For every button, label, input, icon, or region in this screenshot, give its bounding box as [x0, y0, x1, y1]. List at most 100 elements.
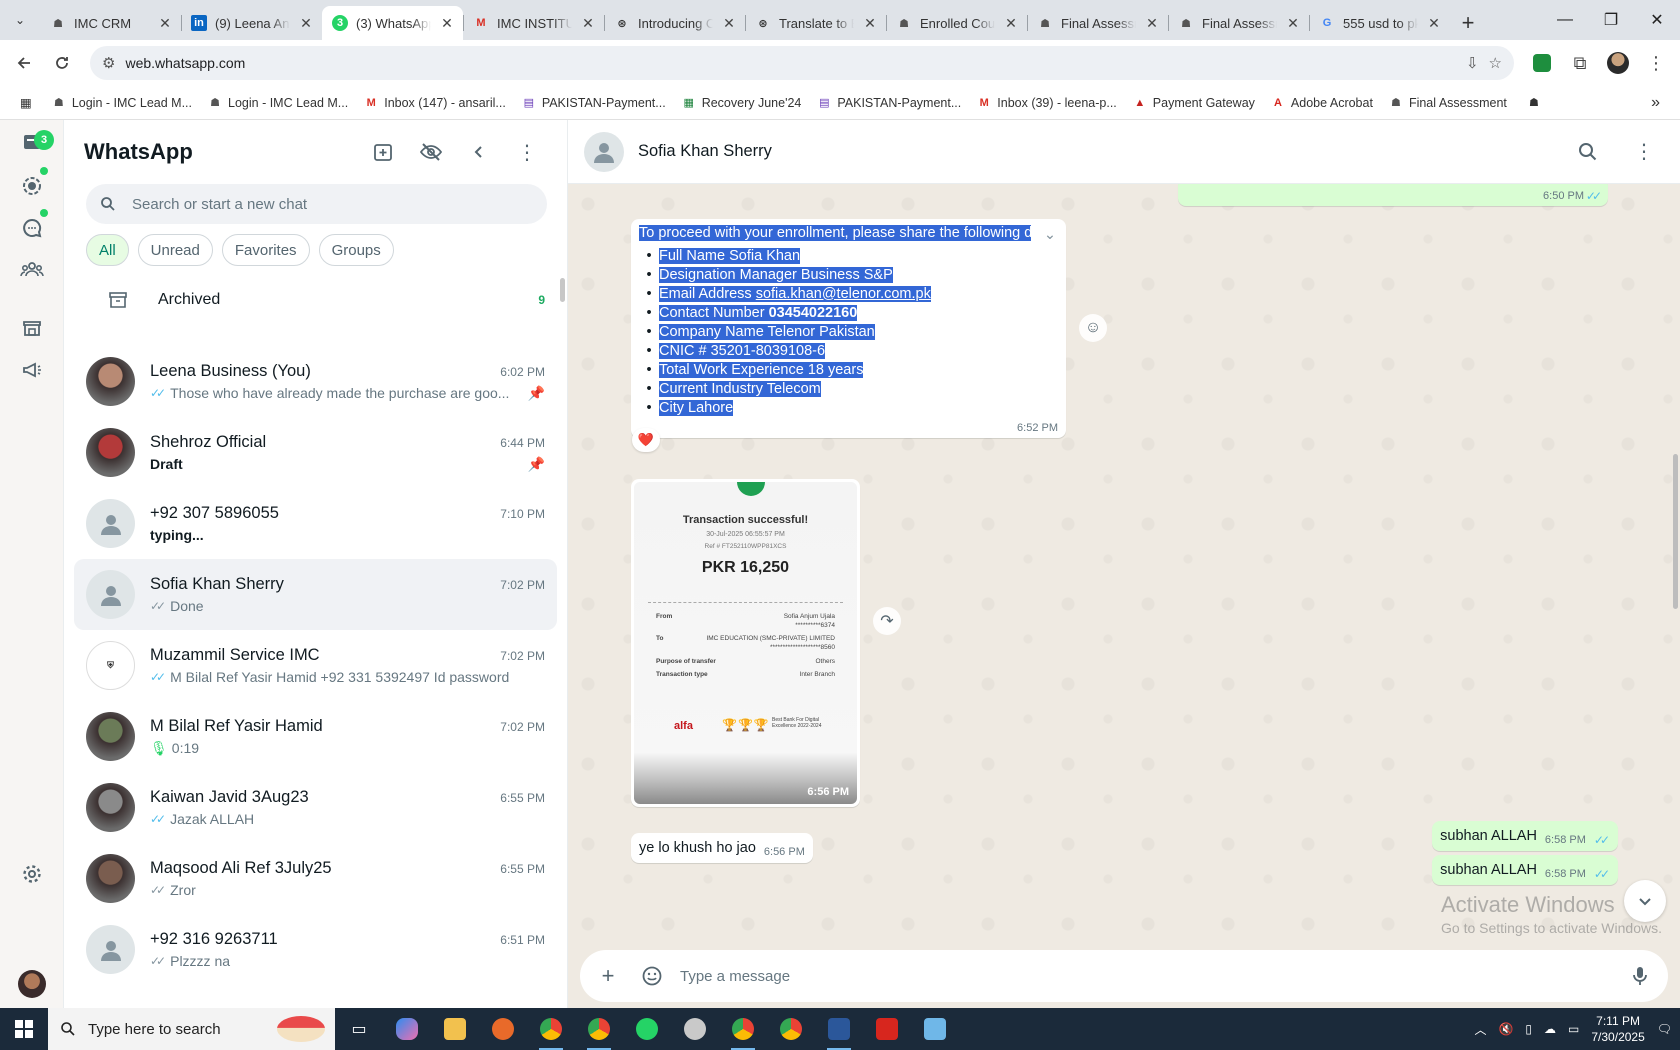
- notifications-icon[interactable]: 🗨: [1657, 1022, 1672, 1036]
- chrome-app-3[interactable]: [719, 1008, 767, 1050]
- chrome-app-active[interactable]: [527, 1008, 575, 1050]
- chevron-up-icon[interactable]: ︿: [1474, 1021, 1486, 1038]
- scroll-to-bottom-button[interactable]: [1624, 880, 1666, 922]
- url-text[interactable]: web.whatsapp.com: [125, 55, 1456, 71]
- chat-list-item[interactable]: Sofia Khan Sherry 7:02 PM ✓✓ Done: [74, 559, 557, 630]
- chrome-app-2[interactable]: [575, 1008, 623, 1050]
- bookmark-item[interactable]: ▤ PAKISTAN-Payment...: [809, 92, 969, 114]
- attach-button[interactable]: +: [592, 960, 624, 992]
- close-tab-icon[interactable]: ✕: [580, 15, 596, 32]
- collapse-button[interactable]: [459, 132, 499, 172]
- install-app-icon[interactable]: ⇩: [1466, 54, 1479, 72]
- new-chat-button[interactable]: [363, 132, 403, 172]
- bookmark-item[interactable]: ☗ Login - IMC Lead M...: [200, 92, 356, 114]
- new-tab-button[interactable]: +: [1450, 6, 1486, 40]
- weather-icon[interactable]: ☁: [1544, 1022, 1556, 1036]
- site-info-icon[interactable]: ⚙: [102, 54, 115, 72]
- sticker-button[interactable]: [636, 960, 668, 992]
- browser-tab[interactable]: 3 (3) WhatsApp ✕: [322, 6, 463, 40]
- archived-row[interactable]: Archived 9: [64, 276, 567, 324]
- chat-list-item[interactable]: ⛨ Muzammil Service IMC 7:02 PM ✓✓ M Bilal…: [74, 630, 557, 701]
- browser-tab[interactable]: ☗ IMC CRM ✕: [40, 6, 181, 40]
- close-window-button[interactable]: ✕: [1634, 0, 1680, 40]
- conversation-scrollbar[interactable]: [1673, 454, 1678, 609]
- more-bookmarks-button[interactable]: »: [1643, 90, 1668, 116]
- message-options-chevron-icon[interactable]: ⌄: [1044, 227, 1056, 243]
- close-tab-icon[interactable]: ✕: [1144, 15, 1160, 32]
- contact-avatar[interactable]: [584, 131, 624, 172]
- back-button[interactable]: [8, 47, 40, 79]
- business-tools-nav-button[interactable]: [16, 312, 48, 344]
- extensions-button[interactable]: ⧉: [1564, 47, 1596, 79]
- conversation-header[interactable]: Sofia Khan Sherry ⋮: [568, 120, 1680, 184]
- react-button[interactable]: ☺: [1079, 314, 1107, 342]
- incoming-text-message[interactable]: ye lo khush ho jao 6:56 PM: [631, 833, 813, 863]
- browser-tab[interactable]: ☗ Final Assessm ✕: [1168, 6, 1309, 40]
- reaction-badge[interactable]: ❤️: [632, 428, 660, 452]
- email-link[interactable]: sofia.khan@telenor.com.pk: [756, 286, 931, 302]
- bookmark-item[interactable]: ☗ Login - IMC Lead M...: [44, 92, 200, 114]
- filter-chip-favorites[interactable]: Favorites: [221, 234, 310, 266]
- outgoing-text-message[interactable]: subhan ALLAH 6:58 PM ✓✓: [1432, 821, 1618, 851]
- chat-search-input[interactable]: Search or start a new chat: [86, 184, 547, 224]
- filter-chip-unread[interactable]: Unread: [137, 234, 213, 266]
- chrome-app-4[interactable]: [767, 1008, 815, 1050]
- my-profile-avatar[interactable]: [18, 970, 46, 998]
- close-tab-icon[interactable]: ✕: [721, 15, 737, 32]
- task-view-button[interactable]: ▭: [335, 1008, 383, 1050]
- chat-list-item[interactable]: Maqsood Ali Ref 3July25 6:55 PM ✓✓ Zror: [74, 843, 557, 914]
- file-explorer-app[interactable]: [431, 1008, 479, 1050]
- acrobat-app[interactable]: [863, 1008, 911, 1050]
- incoming-enrollment-message[interactable]: To proceed with your enrollment, please …: [631, 219, 1066, 438]
- close-tab-icon[interactable]: ✕: [1285, 15, 1301, 32]
- bookmark-extra[interactable]: ☗: [1519, 92, 1549, 114]
- bookmark-item[interactable]: ▲ Payment Gateway: [1125, 92, 1263, 114]
- speaker-muted-icon[interactable]: 🔇: [1498, 1022, 1513, 1036]
- notes-app[interactable]: [911, 1008, 959, 1050]
- address-bar[interactable]: ⚙ web.whatsapp.com ⇩ ☆: [90, 46, 1514, 80]
- transaction-receipt-image[interactable]: Transaction successful! 30-Jul-2025 06:5…: [634, 482, 857, 804]
- chat-list-item[interactable]: +92 316 9263711 6:51 PM ✓✓ Plzzzz na: [74, 914, 557, 985]
- pinned-app-orange[interactable]: [479, 1008, 527, 1050]
- lock-chats-button[interactable]: [411, 132, 451, 172]
- reload-button[interactable]: [46, 47, 78, 79]
- taskbar-search-box[interactable]: Type here to search: [48, 1008, 335, 1050]
- chat-list-item[interactable]: M Bilal Ref Yasir Hamid 7:02 PM 🎙 0:19: [74, 701, 557, 772]
- voice-message-button[interactable]: [1624, 960, 1656, 992]
- whatsapp-app-taskbar[interactable]: [623, 1008, 671, 1050]
- browser-tab[interactable]: ⊛ Translate to E ✕: [745, 6, 886, 40]
- browser-tab[interactable]: G 555 usd to pk ✕: [1309, 6, 1450, 40]
- conversation-menu-button[interactable]: ⋮: [1624, 132, 1664, 172]
- search-messages-button[interactable]: [1568, 132, 1608, 172]
- bookmark-item[interactable]: ▦ Recovery June'24: [674, 92, 810, 114]
- sidebar-scrollbar[interactable]: [560, 278, 565, 302]
- chat-list-item[interactable]: Shehroz Official 6:44 PM Draft 📌: [74, 417, 557, 488]
- apps-button[interactable]: ▦: [12, 91, 40, 114]
- chrome-menu-button[interactable]: ⋮: [1640, 47, 1672, 79]
- chat-list-item[interactable]: +92 307 5896055 7:10 PM typing...: [74, 488, 557, 559]
- close-tab-icon[interactable]: ✕: [862, 15, 878, 32]
- close-tab-icon[interactable]: ✕: [1003, 15, 1019, 32]
- browser-tab[interactable]: ☗ Final Assessm ✕: [1027, 6, 1168, 40]
- browser-tab[interactable]: in (9) Leena Ans ✕: [181, 6, 322, 40]
- outgoing-message-bubble[interactable]: 6:50 PM ✓✓: [1178, 184, 1608, 206]
- bookmark-item[interactable]: M Inbox (39) - leena-p...: [969, 92, 1125, 114]
- tab-search-button[interactable]: ⌄: [0, 0, 40, 40]
- extension-green-button[interactable]: [1526, 47, 1558, 79]
- marketing-nav-button[interactable]: [16, 354, 48, 386]
- incoming-image-message[interactable]: Transaction successful! 30-Jul-2025 06:5…: [631, 479, 860, 807]
- communities-nav-button[interactable]: [16, 254, 48, 286]
- filter-chip-groups[interactable]: Groups: [318, 234, 394, 266]
- bookmark-item[interactable]: ☗ Final Assessment: [1381, 92, 1515, 114]
- close-tab-icon[interactable]: ✕: [157, 15, 173, 32]
- contact-name[interactable]: Sofia Khan Sherry: [638, 142, 1552, 161]
- copilot-app[interactable]: [383, 1008, 431, 1050]
- sidebar-menu-button[interactable]: ⋮: [507, 132, 547, 172]
- word-app[interactable]: [815, 1008, 863, 1050]
- bookmark-item[interactable]: M Inbox (147) - ansaril...: [356, 92, 514, 114]
- bookmark-item[interactable]: ▤ PAKISTAN-Payment...: [514, 92, 674, 114]
- bookmark-star-icon[interactable]: ☆: [1489, 54, 1502, 72]
- taskbar-clock[interactable]: 7:11 PM 7/30/2025: [1591, 1013, 1644, 1045]
- browser-tab[interactable]: M IMC INSTITUTE ✕: [463, 6, 604, 40]
- pinned-app-clock[interactable]: [671, 1008, 719, 1050]
